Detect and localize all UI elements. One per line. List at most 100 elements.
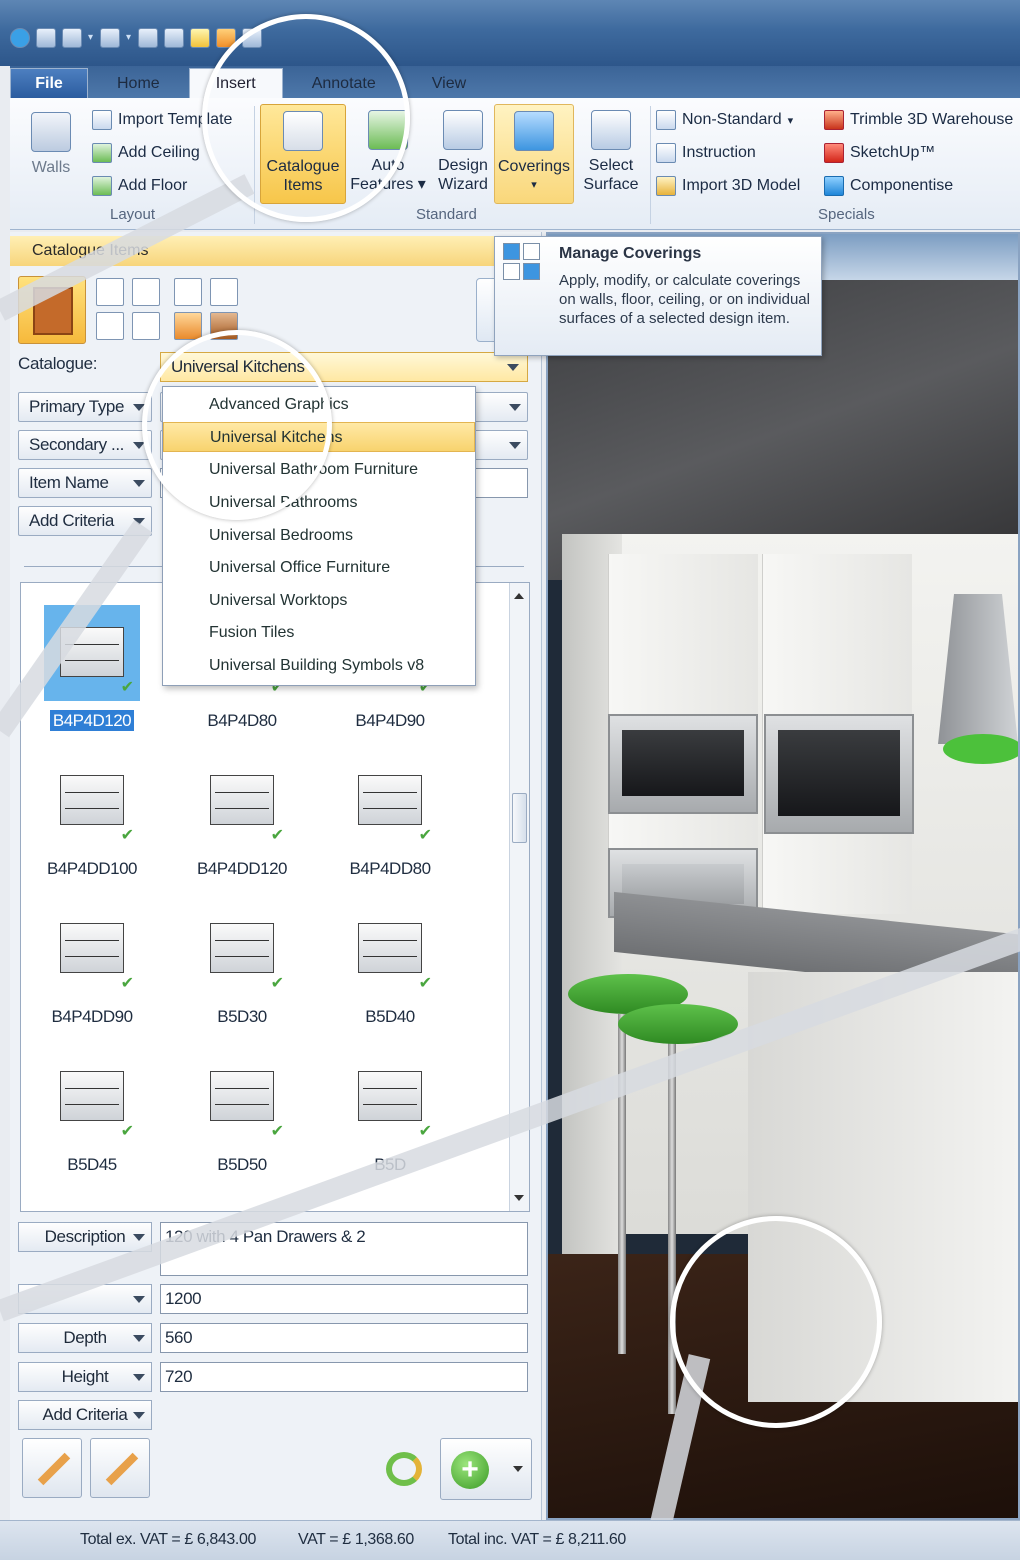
height-filter[interactable]: Height: [18, 1362, 152, 1392]
non-standard-button[interactable]: Non-Standard ▾: [656, 110, 793, 130]
undo-icon[interactable]: [62, 28, 82, 48]
cabinet-thumbnail-icon: ✔: [342, 1049, 438, 1145]
panel-category-icon[interactable]: [132, 312, 160, 340]
description-filter[interactable]: Description: [18, 1222, 152, 1252]
sketchup-button[interactable]: SketchUp™: [824, 143, 935, 163]
chevron-down-icon: [513, 1466, 523, 1472]
trimble-label: Trimble 3D Warehouse: [850, 111, 1014, 128]
ribbon-tabs: File Home Insert Annotate View: [10, 66, 1020, 98]
design-wizard-label-1: Design: [438, 157, 488, 174]
corner-run-category-icon[interactable]: [132, 278, 160, 306]
trimble-warehouse-button[interactable]: Trimble 3D Warehouse: [824, 110, 1013, 130]
accessory-category-icon[interactable]: [174, 312, 202, 340]
group-label-standard: Standard: [416, 206, 477, 223]
app-logo-icon[interactable]: [10, 28, 30, 48]
chevron-down-icon: ▾: [787, 114, 794, 127]
item-name-filter[interactable]: Item Name: [18, 468, 152, 498]
tab-view[interactable]: View: [405, 68, 493, 98]
redo-icon[interactable]: [100, 28, 120, 48]
walls-label: Walls: [31, 159, 71, 176]
check-icon: ✔: [270, 975, 284, 992]
catalogue-option[interactable]: Universal Office Furniture: [163, 553, 475, 583]
chevron-down-icon: ▾: [531, 179, 537, 191]
wall-unit-category-icon[interactable]: [210, 278, 238, 306]
chevron-down-icon: [509, 442, 521, 449]
view-icon[interactable]: [138, 28, 158, 48]
item-name: B5D30: [217, 1007, 267, 1026]
walls-button[interactable]: Walls: [16, 106, 86, 177]
catalogue-item[interactable]: ✔ B4P4DD80: [325, 753, 455, 893]
select-surface-button[interactable]: Select Surface: [574, 104, 648, 194]
cabinet-thumbnail-icon: ✔: [194, 753, 290, 849]
callout-circle: [202, 14, 410, 222]
height-field[interactable]: 720: [160, 1362, 528, 1392]
cabinet-thumbnail-icon: ✔: [342, 753, 438, 849]
depth-filter[interactable]: Depth: [18, 1323, 152, 1353]
add-ceiling-button[interactable]: Add Ceiling: [92, 143, 200, 163]
item-name: B4P4D120: [49, 710, 135, 731]
width-field[interactable]: 1200: [160, 1284, 528, 1314]
instruction-label: Instruction: [682, 144, 756, 161]
depth-field[interactable]: 560: [160, 1323, 528, 1353]
design-wizard-button[interactable]: Design Wizard: [428, 104, 498, 194]
secondary-type-filter[interactable]: Secondary ...: [18, 430, 152, 460]
check-icon: ✔: [120, 679, 134, 696]
cabinet-thumbnail-icon: ✔: [44, 1049, 140, 1145]
catalogue-option[interactable]: Universal Building Symbols v8: [163, 651, 475, 681]
catalogue-item[interactable]: ✔ B4P4DD90: [27, 901, 157, 1041]
check-icon: ✔: [418, 1123, 432, 1140]
tooltip-text: Apply, modify, or calculate coverings on…: [559, 272, 810, 327]
refresh-button[interactable]: [374, 1438, 434, 1500]
coverings-button[interactable]: Coverings ▾: [494, 104, 574, 204]
sketchup-icon: [824, 143, 844, 163]
catalogue-item[interactable]: ✔ B5D50: [177, 1049, 307, 1189]
item-name: B4P4D90: [355, 711, 425, 730]
chevron-down-icon: [133, 1296, 145, 1303]
catalogue-item[interactable]: ✔ B5D45: [27, 1049, 157, 1189]
primary-type-filter[interactable]: Primary Type: [18, 392, 152, 422]
import-template-icon: [92, 110, 112, 130]
catalogue-item[interactable]: ✔ B5D40: [325, 901, 455, 1041]
tab-home[interactable]: Home: [90, 68, 187, 98]
import-3d-model-button[interactable]: Import 3D Model: [656, 176, 800, 196]
add-item-button[interactable]: +: [440, 1438, 532, 1500]
dropdown-icon[interactable]: ▾: [126, 31, 132, 45]
chevron-down-icon: [133, 1234, 145, 1241]
scroll-up-icon[interactable]: [514, 593, 524, 599]
save-icon[interactable]: [36, 28, 56, 48]
instruction-button[interactable]: Instruction: [656, 143, 756, 163]
roof-category-icon[interactable]: [96, 312, 124, 340]
catalogue-option[interactable]: Fusion Tiles: [163, 618, 475, 648]
corner-category-icon[interactable]: [96, 278, 124, 306]
select-surface-icon: [591, 110, 631, 150]
tall-unit-category-icon[interactable]: [174, 278, 202, 306]
measure-tool-button[interactable]: [90, 1438, 150, 1498]
tooltip-title: Manage Coverings: [559, 245, 702, 262]
add-criteria-button[interactable]: Add Criteria: [18, 1400, 152, 1430]
check-icon: ✔: [418, 975, 432, 992]
draw-tool-button[interactable]: [22, 1438, 82, 1498]
item-name: B4P4DD90: [51, 1007, 133, 1026]
catalogue-option[interactable]: Universal Bedrooms: [163, 521, 475, 551]
pencil-icon: [37, 1452, 71, 1486]
status-bar: Total ex. VAT = £ 6,843.00 VAT = £ 1,368…: [0, 1520, 1020, 1560]
dropdown-icon[interactable]: ▾: [88, 31, 94, 45]
add-floor-icon: [92, 176, 112, 196]
scroll-down-icon[interactable]: [514, 1195, 524, 1201]
scroll-thumb[interactable]: [512, 793, 527, 843]
render-icon[interactable]: [190, 28, 210, 48]
image-icon[interactable]: [164, 28, 184, 48]
non-standard-icon: [656, 110, 676, 130]
stool-pole: [618, 1014, 626, 1354]
catalogue-item[interactable]: ✔ B5D30: [177, 901, 307, 1041]
import-3d-model-label: Import 3D Model: [682, 177, 801, 194]
item-name: B5D50: [217, 1155, 267, 1174]
coverings-icon: [514, 111, 554, 151]
tab-file[interactable]: File: [10, 68, 88, 98]
catalogue-option[interactable]: Universal Worktops: [163, 586, 475, 616]
catalogue-item[interactable]: ✔ B4P4DD120: [177, 753, 307, 893]
check-icon: ✔: [270, 1123, 284, 1140]
componentise-button[interactable]: Componentise: [824, 176, 953, 196]
add-floor-button[interactable]: Add Floor: [92, 176, 187, 196]
catalogue-item[interactable]: ✔ B4P4DD100: [27, 753, 157, 893]
